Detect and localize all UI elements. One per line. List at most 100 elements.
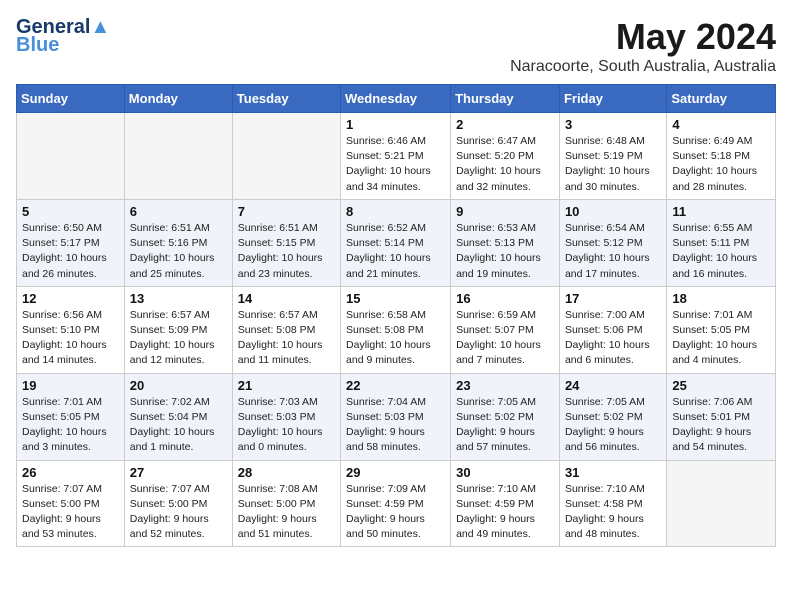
calendar-day-29: 29 Sunrise: 7:09 AM Sunset: 4:59 PM Dayli… — [341, 460, 451, 547]
calendar-week-1: 1 Sunrise: 6:46 AM Sunset: 5:21 PM Daylig… — [17, 113, 776, 200]
day-number: 8 — [346, 204, 445, 219]
day-number: 19 — [22, 378, 119, 393]
calendar-empty-cell — [232, 113, 340, 200]
day-info: Sunrise: 6:50 AM Sunset: 5:17 PM Dayligh… — [22, 221, 119, 282]
day-number: 14 — [238, 291, 335, 306]
calendar-week-5: 26Sunrise: 7:07 AM Sunset: 5:00 PM Dayli… — [17, 460, 776, 547]
calendar-day-24: 24 Sunrise: 7:05 AM Sunset: 5:02 PM Dayli… — [559, 373, 666, 460]
logo: General▲ Blue — [16, 16, 110, 57]
day-info: Sunrise: 7:06 AM Sunset: 5:01 PM Dayligh… — [672, 395, 770, 456]
calendar-day-17: 17 Sunrise: 7:00 AM Sunset: 5:06 PM Dayli… — [559, 286, 666, 373]
day-number: 6 — [130, 204, 227, 219]
day-number: 20 — [130, 378, 227, 393]
calendar-week-3: 12 Sunrise: 6:56 AM Sunset: 5:10 PM Dayli… — [17, 286, 776, 373]
day-number: 31 — [565, 465, 661, 480]
day-number: 21 — [238, 378, 335, 393]
day-info: Sunrise: 6:49 AM Sunset: 5:18 PM Dayligh… — [672, 134, 770, 195]
day-info: Sunrise: 6:51 AM Sunset: 5:16 PM Dayligh… — [130, 221, 227, 282]
calendar-day-7: 7 Sunrise: 6:51 AM Sunset: 5:15 PM Daylig… — [232, 199, 340, 286]
day-number: 3 — [565, 117, 661, 132]
calendar-day-6: 6 Sunrise: 6:51 AM Sunset: 5:16 PM Daylig… — [124, 199, 232, 286]
calendar-day-10: 10Sunrise: 6:54 AM Sunset: 5:12 PM Dayli… — [559, 199, 666, 286]
day-number: 15 — [346, 291, 445, 306]
day-info: Sunrise: 6:58 AM Sunset: 5:08 PM Dayligh… — [346, 308, 445, 369]
title-section: May 2024 Naracoorte, South Australia, Au… — [510, 16, 776, 76]
calendar-day-21: 21 Sunrise: 7:03 AM Sunset: 5:03 PM Dayli… — [232, 373, 340, 460]
day-info: Sunrise: 6:47 AM Sunset: 5:20 PM Dayligh… — [456, 134, 554, 195]
day-info: Sunrise: 7:00 AM Sunset: 5:06 PM Dayligh… — [565, 308, 661, 369]
day-number: 9 — [456, 204, 554, 219]
logo-line2: Blue — [16, 34, 59, 57]
calendar-header-row: SundayMondayTuesdayWednesdayThursdayFrid… — [17, 85, 776, 113]
day-info: Sunrise: 6:54 AM Sunset: 5:12 PM Dayligh… — [565, 221, 661, 282]
header-thursday: Thursday — [451, 85, 560, 113]
day-number: 22 — [346, 378, 445, 393]
calendar-day-11: 11Sunrise: 6:55 AM Sunset: 5:11 PM Dayli… — [667, 199, 776, 286]
day-info: Sunrise: 7:09 AM Sunset: 4:59 PM Dayligh… — [346, 482, 445, 543]
day-info: Sunrise: 7:10 AM Sunset: 4:58 PM Dayligh… — [565, 482, 661, 543]
calendar-day-23: 23Sunrise: 7:05 AM Sunset: 5:02 PM Dayli… — [451, 373, 560, 460]
day-number: 30 — [456, 465, 554, 480]
header-sunday: Sunday — [17, 85, 125, 113]
calendar-day-5: 5 Sunrise: 6:50 AM Sunset: 5:17 PM Daylig… — [17, 199, 125, 286]
day-number: 17 — [565, 291, 661, 306]
calendar-day-12: 12 Sunrise: 6:56 AM Sunset: 5:10 PM Dayli… — [17, 286, 125, 373]
day-info: Sunrise: 6:57 AM Sunset: 5:09 PM Dayligh… — [130, 308, 227, 369]
day-info: Sunrise: 7:07 AM Sunset: 5:00 PM Dayligh… — [22, 482, 119, 543]
calendar-day-28: 28 Sunrise: 7:08 AM Sunset: 5:00 PM Dayli… — [232, 460, 340, 547]
day-number: 24 — [565, 378, 661, 393]
location: Naracoorte, South Australia, Australia — [510, 58, 776, 76]
day-number: 16 — [456, 291, 554, 306]
calendar-week-2: 5 Sunrise: 6:50 AM Sunset: 5:17 PM Daylig… — [17, 199, 776, 286]
calendar-week-4: 19 Sunrise: 7:01 AM Sunset: 5:05 PM Dayli… — [17, 373, 776, 460]
calendar-day-1: 1 Sunrise: 6:46 AM Sunset: 5:21 PM Daylig… — [341, 113, 451, 200]
day-number: 4 — [672, 117, 770, 132]
calendar-day-16: 16 Sunrise: 6:59 AM Sunset: 5:07 PM Dayli… — [451, 286, 560, 373]
day-info: Sunrise: 6:51 AM Sunset: 5:15 PM Dayligh… — [238, 221, 335, 282]
calendar-day-25: 25Sunrise: 7:06 AM Sunset: 5:01 PM Dayli… — [667, 373, 776, 460]
month-title: May 2024 — [510, 16, 776, 58]
day-number: 12 — [22, 291, 119, 306]
day-info: Sunrise: 7:07 AM Sunset: 5:00 PM Dayligh… — [130, 482, 227, 543]
day-info: Sunrise: 7:05 AM Sunset: 5:02 PM Dayligh… — [565, 395, 661, 456]
day-info: Sunrise: 6:57 AM Sunset: 5:08 PM Dayligh… — [238, 308, 335, 369]
day-info: Sunrise: 7:03 AM Sunset: 5:03 PM Dayligh… — [238, 395, 335, 456]
day-info: Sunrise: 6:59 AM Sunset: 5:07 PM Dayligh… — [456, 308, 554, 369]
calendar-day-2: 2 Sunrise: 6:47 AM Sunset: 5:20 PM Daylig… — [451, 113, 560, 200]
calendar-day-22: 22 Sunrise: 7:04 AM Sunset: 5:03 PM Dayli… — [341, 373, 451, 460]
day-info: Sunrise: 6:46 AM Sunset: 5:21 PM Dayligh… — [346, 134, 445, 195]
header-wednesday: Wednesday — [341, 85, 451, 113]
calendar-day-31: 31 Sunrise: 7:10 AM Sunset: 4:58 PM Dayli… — [559, 460, 666, 547]
day-number: 29 — [346, 465, 445, 480]
header-friday: Friday — [559, 85, 666, 113]
day-info: Sunrise: 7:04 AM Sunset: 5:03 PM Dayligh… — [346, 395, 445, 456]
day-info: Sunrise: 7:08 AM Sunset: 5:00 PM Dayligh… — [238, 482, 335, 543]
header-monday: Monday — [124, 85, 232, 113]
calendar-day-9: 9 Sunrise: 6:53 AM Sunset: 5:13 PM Daylig… — [451, 199, 560, 286]
calendar-empty-cell — [17, 113, 125, 200]
calendar: SundayMondayTuesdayWednesdayThursdayFrid… — [16, 84, 776, 547]
day-number: 2 — [456, 117, 554, 132]
day-info: Sunrise: 7:05 AM Sunset: 5:02 PM Dayligh… — [456, 395, 554, 456]
day-info: Sunrise: 7:01 AM Sunset: 5:05 PM Dayligh… — [672, 308, 770, 369]
header-saturday: Saturday — [667, 85, 776, 113]
calendar-empty-cell — [667, 460, 776, 547]
calendar-day-3: 3 Sunrise: 6:48 AM Sunset: 5:19 PM Daylig… — [559, 113, 666, 200]
day-info: Sunrise: 6:52 AM Sunset: 5:14 PM Dayligh… — [346, 221, 445, 282]
day-number: 1 — [346, 117, 445, 132]
calendar-day-20: 20Sunrise: 7:02 AM Sunset: 5:04 PM Dayli… — [124, 373, 232, 460]
day-info: Sunrise: 6:53 AM Sunset: 5:13 PM Dayligh… — [456, 221, 554, 282]
calendar-day-27: 27 Sunrise: 7:07 AM Sunset: 5:00 PM Dayli… — [124, 460, 232, 547]
day-number: 27 — [130, 465, 227, 480]
day-number: 5 — [22, 204, 119, 219]
calendar-day-15: 15 Sunrise: 6:58 AM Sunset: 5:08 PM Dayli… — [341, 286, 451, 373]
day-number: 7 — [238, 204, 335, 219]
day-info: Sunrise: 6:55 AM Sunset: 5:11 PM Dayligh… — [672, 221, 770, 282]
calendar-day-26: 26Sunrise: 7:07 AM Sunset: 5:00 PM Dayli… — [17, 460, 125, 547]
page-header: General▲ Blue May 2024 Naracoorte, South… — [16, 16, 776, 76]
day-number: 28 — [238, 465, 335, 480]
day-info: Sunrise: 6:48 AM Sunset: 5:19 PM Dayligh… — [565, 134, 661, 195]
day-info: Sunrise: 7:01 AM Sunset: 5:05 PM Dayligh… — [22, 395, 119, 456]
day-info: Sunrise: 6:56 AM Sunset: 5:10 PM Dayligh… — [22, 308, 119, 369]
day-number: 13 — [130, 291, 227, 306]
